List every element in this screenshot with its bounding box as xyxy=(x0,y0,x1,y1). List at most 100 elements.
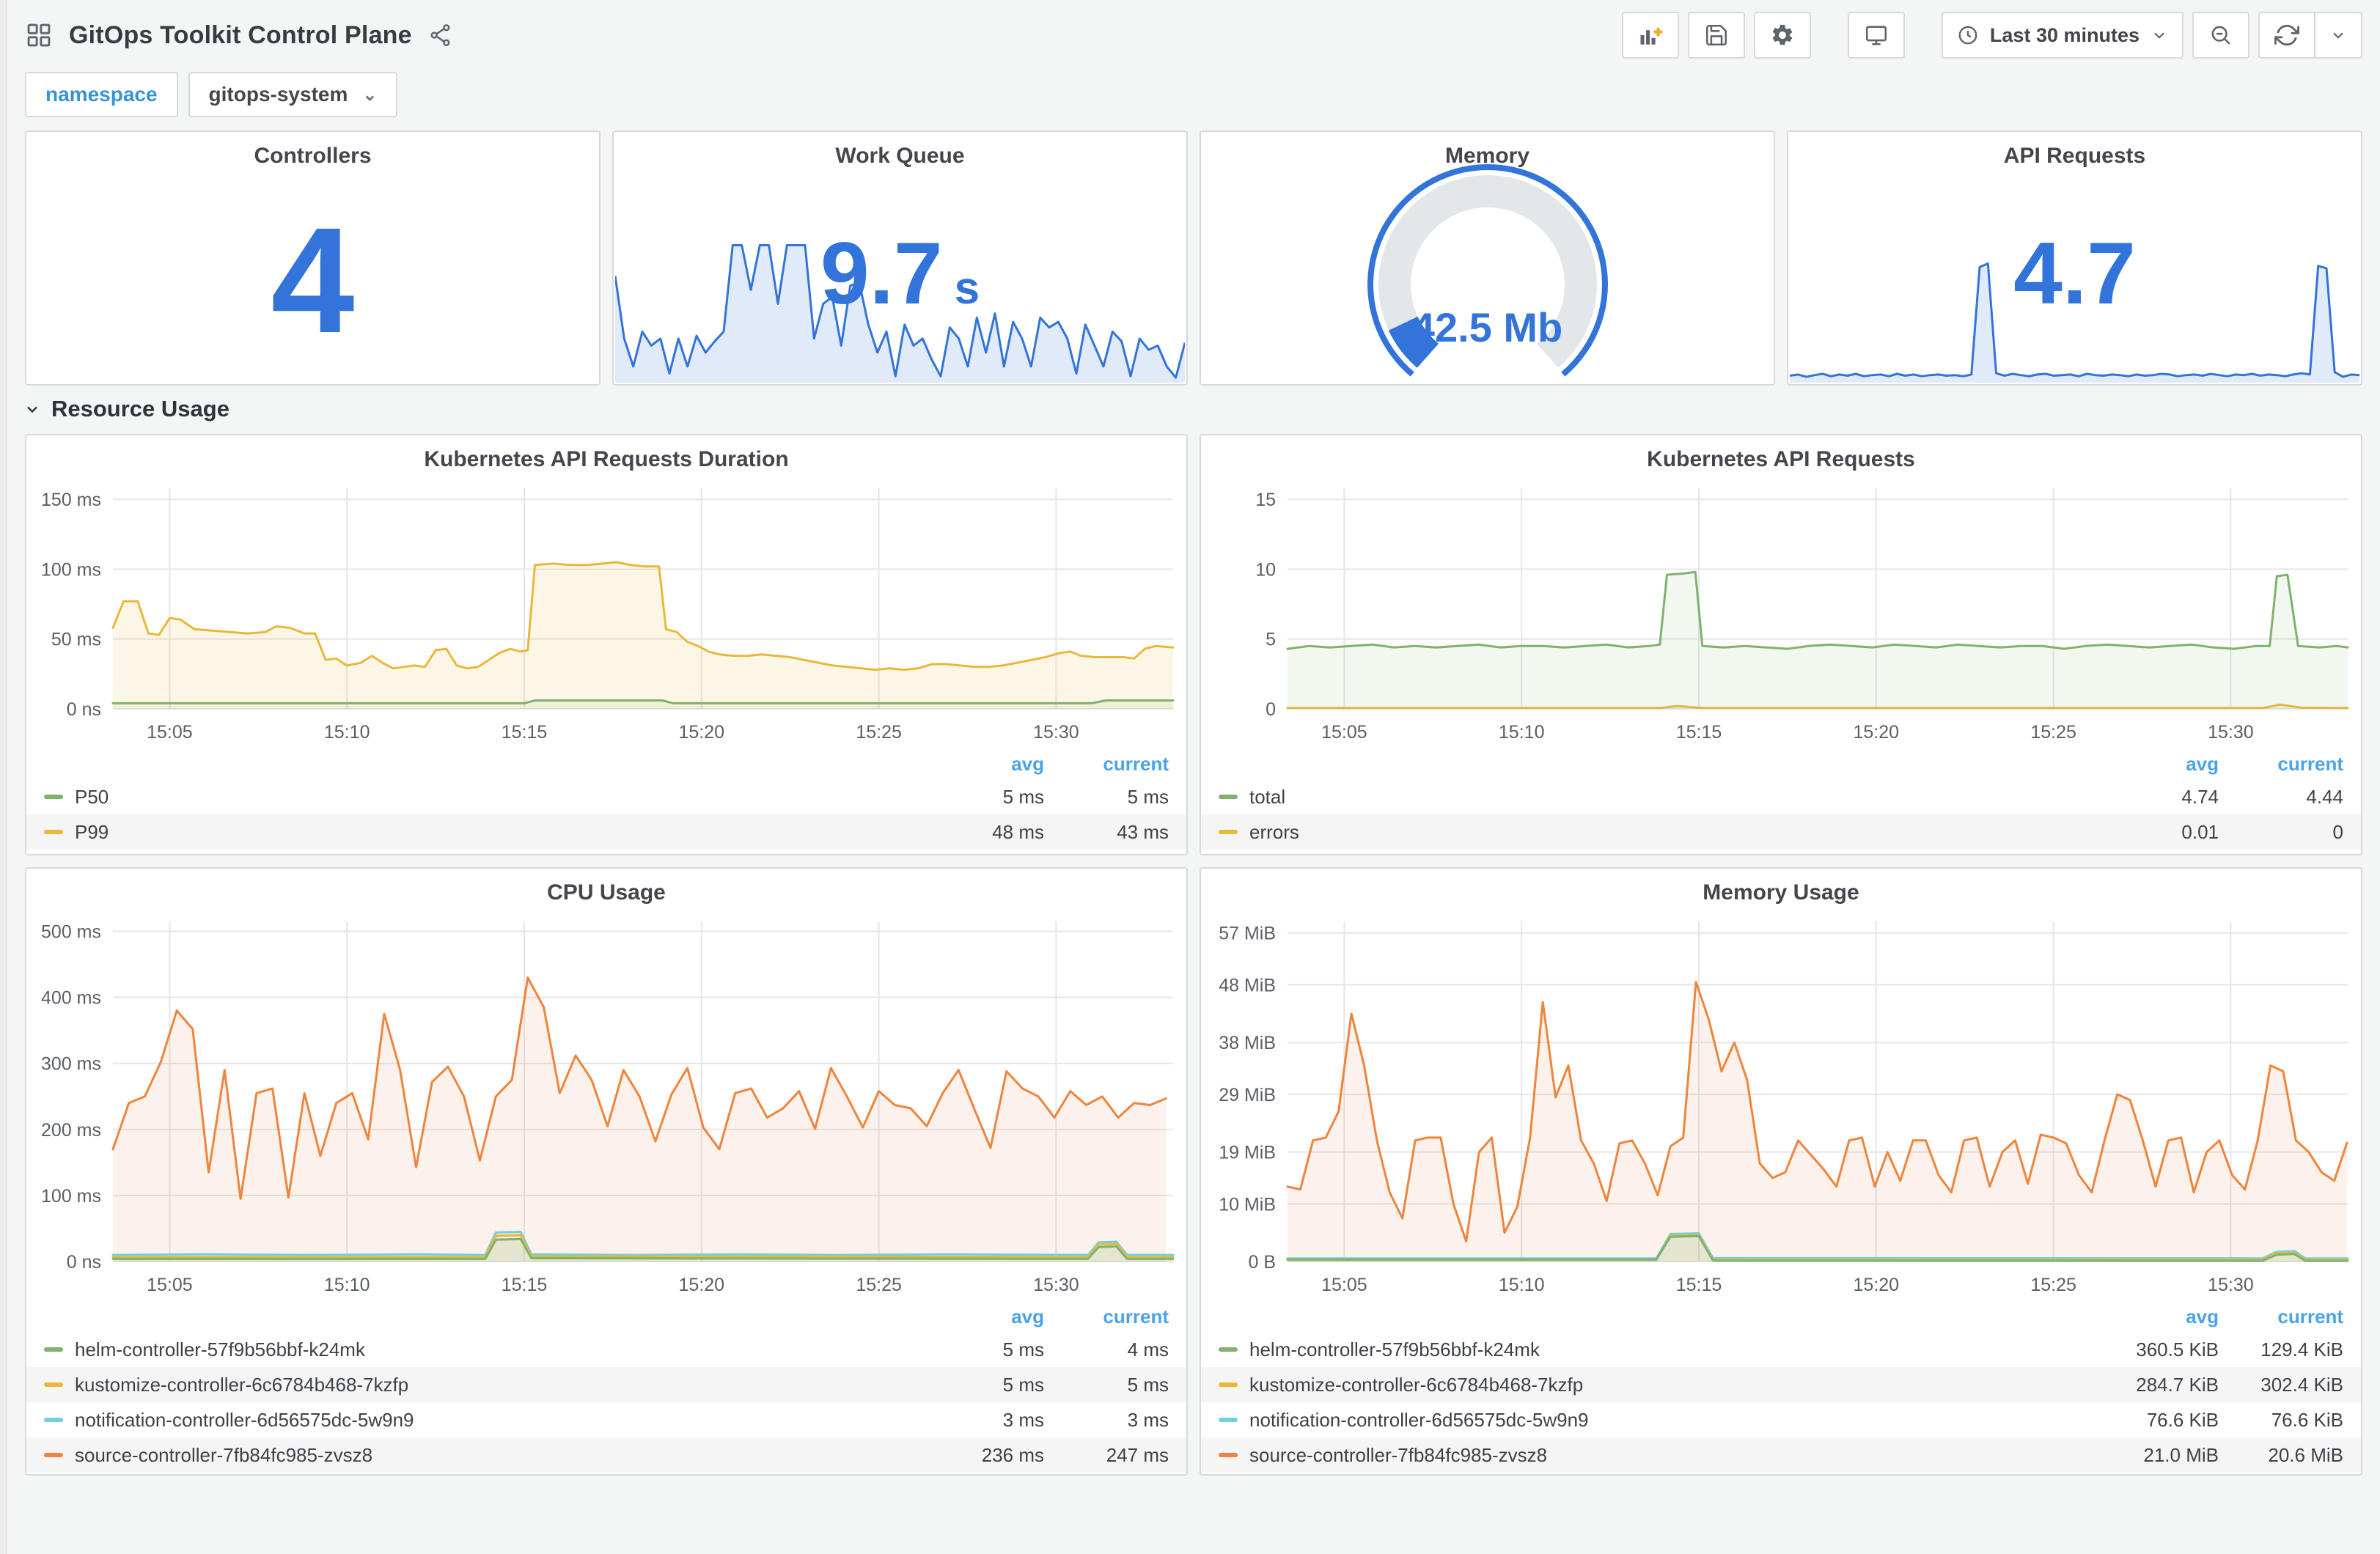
dashboards-grid-icon[interactable] xyxy=(25,21,53,49)
series-label[interactable]: source-controller-7fb84fc985-zvsz8 xyxy=(75,1444,934,1467)
stats-row: Controllers 4 Work Queue 9.7 s Memory 42.… xyxy=(7,130,2380,386)
legend-sort-current[interactable]: current xyxy=(1044,753,1169,776)
series-color-dash xyxy=(1219,1453,1238,1457)
timeseries-chart[interactable]: 0 ns 50 ms 100 ms 150 ms 15:05 15:10 15:15 15:2… xyxy=(26,476,1186,748)
svg-text:100 ms: 100 ms xyxy=(41,560,101,581)
svg-text:0 B: 0 B xyxy=(1248,1252,1276,1273)
series-label[interactable]: notification-controller-6d56575dc-5w9n9 xyxy=(1249,1409,2109,1432)
legend-row[interactable]: source-controller-7fb84fc985-zvsz8 236 ms… xyxy=(26,1437,1186,1473)
legend-row[interactable]: kustomize-controller-6c6784b468-7kzfp 5 m… xyxy=(26,1367,1186,1402)
series-label[interactable]: total xyxy=(1249,786,2109,809)
legend-row[interactable]: source-controller-7fb84fc985-zvsz8 21.0 M… xyxy=(1201,1437,2361,1473)
panel-title[interactable]: Work Queue xyxy=(614,132,1186,173)
series-current-value: 43 ms xyxy=(1117,820,1169,843)
svg-text:38 MiB: 38 MiB xyxy=(1219,1033,1276,1053)
save-dashboard-button[interactable] xyxy=(1687,12,1745,59)
variable-value-text: gitops-system xyxy=(208,83,348,106)
svg-text:15:05: 15:05 xyxy=(1321,722,1367,743)
add-panel-icon xyxy=(1637,22,1664,48)
legend-row[interactable]: notification-controller-6d56575dc-5w9n9 7… xyxy=(1201,1402,2361,1437)
series-avg-value: 4.74 xyxy=(2181,785,2219,808)
gauge-value: 42.5 Mb xyxy=(1411,304,1563,350)
svg-text:15:05: 15:05 xyxy=(1321,1275,1367,1295)
add-panel-button[interactable] xyxy=(1621,12,1679,59)
series-current-value: 4 ms xyxy=(1127,1338,1169,1360)
legend-sort-avg[interactable]: avg xyxy=(2109,753,2219,776)
series-label[interactable]: notification-controller-6d56575dc-5w9n9 xyxy=(75,1409,934,1432)
series-label[interactable]: helm-controller-57f9b56bbf-k24mk xyxy=(1249,1338,2109,1361)
series-label[interactable]: helm-controller-57f9b56bbf-k24mk xyxy=(75,1338,934,1361)
svg-text:200 ms: 200 ms xyxy=(41,1120,101,1141)
stat-value-controllers: 4 xyxy=(271,196,355,364)
panel-title[interactable]: Memory Usage xyxy=(1201,869,2361,910)
row-toggle-resource-usage[interactable]: Resource Usage xyxy=(7,386,2380,434)
series-color-dash xyxy=(44,1453,63,1457)
zoom-out-time-button[interactable] xyxy=(2192,12,2249,59)
svg-text:15:30: 15:30 xyxy=(2208,1275,2254,1295)
legend-row[interactable]: errors 0.01 0 xyxy=(1201,814,2361,850)
panel-title[interactable]: API Requests xyxy=(1788,132,2361,173)
series-current-value: 4.44 xyxy=(2306,785,2343,808)
legend-row[interactable]: notification-controller-6d56575dc-5w9n9 3… xyxy=(26,1402,1186,1437)
series-label[interactable]: kustomize-controller-6c6784b468-7kzfp xyxy=(1249,1374,2109,1396)
svg-text:0 ns: 0 ns xyxy=(67,699,101,720)
series-label[interactable]: P99 xyxy=(75,821,934,844)
svg-text:15: 15 xyxy=(1255,490,1276,510)
legend-sort-avg[interactable]: avg xyxy=(934,753,1044,776)
series-avg-value: 5 ms xyxy=(1002,1338,1044,1360)
timeseries-chart[interactable]: 0 B 10 MiB 19 MiB 29 MiB 38 MiB 48 MiB 57 MiB 1… xyxy=(1201,910,2361,1301)
refresh-button[interactable] xyxy=(2258,12,2315,59)
legend-sort-avg[interactable]: avg xyxy=(934,1306,1044,1328)
share-icon[interactable] xyxy=(428,23,453,48)
series-color-dash xyxy=(1219,830,1238,834)
series-avg-value: 0.01 xyxy=(2181,820,2219,843)
series-current-value: 0 xyxy=(2332,820,2343,843)
chevron-down-icon xyxy=(2329,26,2348,45)
svg-text:5: 5 xyxy=(1266,630,1276,650)
panel-title[interactable]: CPU Usage xyxy=(26,869,1186,910)
chevron-down-icon xyxy=(2150,26,2169,45)
panel-cpu-usage: CPU Usage 0 ns 100 ms 200 ms 300 ms 400 ms 50… xyxy=(25,867,1188,1476)
timeseries-chart[interactable]: 0 5 10 15 15:05 15:10 15:15 15:20 15:25 15:30 xyxy=(1201,476,2361,748)
series-label[interactable]: errors xyxy=(1249,821,2109,844)
chart-legend: avg current P50 5 ms 5 ms P99 48 ms 43 ms xyxy=(26,748,1186,854)
svg-text:48 MiB: 48 MiB xyxy=(1219,976,1276,996)
series-label[interactable]: P50 xyxy=(75,786,934,809)
charts-row-1: Kubernetes API Requests Duration 0 ns 50 … xyxy=(7,434,2380,855)
work-queue-sparkline[interactable] xyxy=(614,236,1186,383)
panel-title[interactable]: Kubernetes API Requests Duration xyxy=(26,435,1186,476)
legend-row[interactable]: kustomize-controller-6c6784b468-7kzfp 284… xyxy=(1201,1367,2361,1402)
series-avg-value: 48 ms xyxy=(992,820,1044,843)
time-range-picker[interactable]: Last 30 minutes xyxy=(1941,12,2183,59)
legend-row[interactable]: helm-controller-57f9b56bbf-k24mk 360.5 Ki… xyxy=(1201,1332,2361,1367)
legend-sort-current[interactable]: current xyxy=(2219,753,2343,776)
series-label[interactable]: kustomize-controller-6c6784b468-7kzfp xyxy=(75,1374,934,1396)
legend-sort-avg[interactable]: avg xyxy=(2109,1306,2219,1328)
legend-row[interactable]: total 4.74 4.44 xyxy=(1201,779,2361,814)
panel-work-queue: Work Queue 9.7 s xyxy=(612,130,1188,386)
series-color-dash xyxy=(1219,795,1238,799)
series-avg-value: 5 ms xyxy=(1002,785,1044,808)
cycle-view-mode-button[interactable] xyxy=(1847,12,1905,59)
svg-text:15:10: 15:10 xyxy=(324,722,370,743)
series-label[interactable]: source-controller-7fb84fc985-zvsz8 xyxy=(1249,1444,2109,1467)
legend-sort-current[interactable]: current xyxy=(1044,1306,1169,1328)
panel-title[interactable]: Controllers xyxy=(26,132,599,173)
series-color-dash xyxy=(44,1347,63,1352)
variable-value-dropdown[interactable]: gitops-system ⌄ xyxy=(188,72,398,117)
legend-row[interactable]: helm-controller-57f9b56bbf-k24mk 5 ms 4 ms xyxy=(26,1332,1186,1367)
panel-title[interactable]: Kubernetes API Requests xyxy=(1201,435,2361,476)
timeseries-chart[interactable]: 0 ns 100 ms 200 ms 300 ms 400 ms 500 ms 15:05 1… xyxy=(26,910,1186,1301)
legend-sort-current[interactable]: current xyxy=(2219,1306,2343,1328)
refresh-interval-dropdown[interactable] xyxy=(2314,12,2362,59)
api-requests-sparkline[interactable] xyxy=(1789,257,2360,383)
series-avg-value: 360.5 KiB xyxy=(2136,1338,2219,1360)
svg-text:15:10: 15:10 xyxy=(324,1275,370,1295)
legend-row[interactable]: P50 5 ms 5 ms xyxy=(26,779,1186,814)
series-color-dash xyxy=(44,795,63,799)
panel-api-requests: API Requests 4.7 xyxy=(1787,130,2362,386)
dashboard-settings-button[interactable] xyxy=(1753,12,1811,59)
panel-memory-usage: Memory Usage 0 B 10 MiB 19 MiB 29 MiB 38 MiB… xyxy=(1200,867,2362,1476)
legend-row[interactable]: P99 48 ms 43 ms xyxy=(26,814,1186,850)
svg-text:0 ns: 0 ns xyxy=(67,1252,101,1273)
